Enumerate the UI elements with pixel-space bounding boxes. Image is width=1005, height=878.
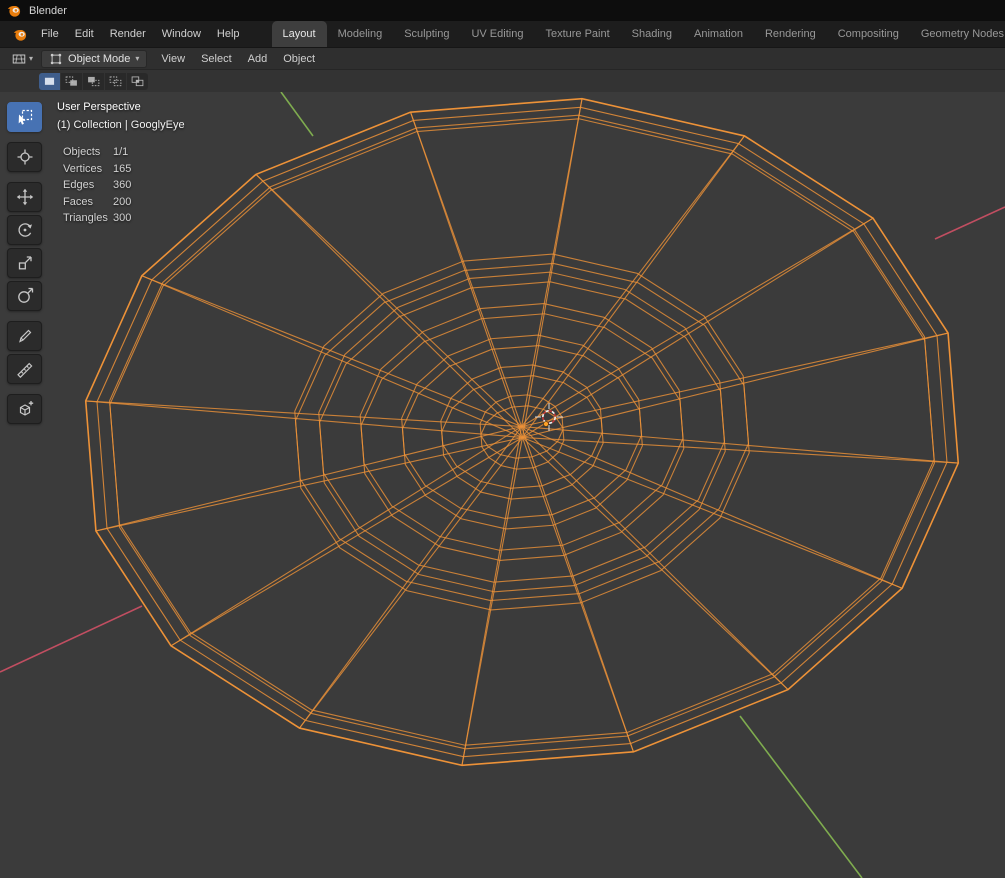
tab-modeling[interactable]: Modeling	[327, 21, 394, 47]
stat-label: Faces	[63, 194, 113, 211]
axis-x-line	[0, 606, 142, 672]
axis-y-line	[740, 716, 862, 878]
view-perspective-label: User Perspective	[57, 101, 185, 113]
stat-row-faces: Faces200	[63, 194, 131, 211]
mode-dropdown[interactable]: Object Mode ▾	[41, 50, 147, 68]
add-cube-icon	[16, 400, 34, 418]
tool-transform-button[interactable]	[7, 281, 42, 311]
select-extend-icon	[64, 74, 79, 89]
stat-value: 1/1	[113, 144, 128, 161]
menu-file[interactable]: File	[33, 21, 67, 47]
selection-mode-group	[39, 73, 148, 90]
stat-label: Objects	[63, 144, 113, 161]
tool-scale-button[interactable]	[7, 248, 42, 278]
workspace-tabs: LayoutModelingSculptingUV EditingTexture…	[272, 21, 1005, 47]
tab-shading[interactable]: Shading	[621, 21, 683, 47]
annotate-icon	[16, 327, 34, 345]
tool-move-button[interactable]	[7, 182, 42, 212]
transform-icon	[16, 287, 34, 305]
selection-mode-extend-button[interactable]	[61, 73, 82, 90]
menu-render[interactable]: Render	[102, 21, 154, 47]
window-title: Blender	[29, 5, 67, 17]
tab-animation[interactable]: Animation	[683, 21, 754, 47]
object-origin-dot	[544, 422, 549, 427]
axis-y-line	[281, 92, 313, 136]
statistics-overlay: Objects1/1Vertices165Edges360Faces200Tri…	[63, 144, 131, 227]
editor-3dview-icon	[11, 51, 27, 67]
menu-object[interactable]: Object	[275, 48, 323, 70]
tool-shelf	[7, 102, 42, 424]
scale-icon	[16, 254, 34, 272]
view-info-overlay: User Perspective (1) Collection | Googly…	[57, 101, 185, 131]
stat-value: 300	[113, 210, 131, 227]
stat-row-edges: Edges360	[63, 177, 131, 194]
selection-mode-invert-button[interactable]	[105, 73, 126, 90]
tool-rotate-button[interactable]	[7, 215, 42, 245]
menu-help[interactable]: Help	[209, 21, 248, 47]
select-intersect-icon	[130, 74, 145, 89]
tab-rendering[interactable]: Rendering	[754, 21, 827, 47]
menu-select[interactable]: Select	[193, 48, 240, 70]
stat-value: 360	[113, 177, 131, 194]
cursor-tool-icon	[16, 148, 34, 166]
tab-texture-paint[interactable]: Texture Paint	[534, 21, 620, 47]
blender-app-menu-button[interactable]	[8, 21, 33, 47]
select-invert-icon	[108, 74, 123, 89]
topbar: FileEditRenderWindowHelp LayoutModelingS…	[0, 21, 1005, 47]
tab-uv-editing[interactable]: UV Editing	[460, 21, 534, 47]
editor-type-button[interactable]: ▾	[7, 50, 37, 68]
menu-view[interactable]: View	[153, 48, 193, 70]
blender-logo-icon	[13, 27, 28, 42]
measure-icon	[16, 360, 34, 378]
stat-row-objects: Objects1/1	[63, 144, 131, 161]
chevron-down-icon: ▾	[29, 54, 33, 63]
stat-value: 200	[113, 194, 131, 211]
tab-compositing[interactable]: Compositing	[827, 21, 910, 47]
blender-logo-icon	[7, 3, 22, 18]
viewport-header-menus: ViewSelectAddObject	[153, 48, 323, 70]
tool-annotate-button[interactable]	[7, 321, 42, 351]
box-select-icon	[16, 108, 34, 126]
viewport-header: ▾ Object Mode ▾ ViewSelectAddObject	[0, 47, 1005, 69]
topbar-menus: FileEditRenderWindowHelp	[33, 21, 248, 47]
tool-measure-button[interactable]	[7, 354, 42, 384]
select-subtract-icon	[86, 74, 101, 89]
stat-label: Triangles	[63, 210, 113, 227]
stat-row-triangles: Triangles300	[63, 210, 131, 227]
chevron-down-icon: ▾	[135, 54, 139, 63]
wireframe-object[interactable]	[65, 92, 979, 793]
selection-mode-new-button[interactable]	[39, 73, 60, 90]
tool-settings-bar	[0, 69, 1005, 92]
axis-x-line	[935, 207, 1005, 239]
selection-mode-subtract-button[interactable]	[83, 73, 104, 90]
move-icon	[16, 188, 34, 206]
selection-mode-intersect-button[interactable]	[127, 73, 148, 90]
viewport-3d: User Perspective (1) Collection | Googly…	[0, 92, 1005, 878]
select-set-icon	[42, 74, 57, 89]
menu-add[interactable]: Add	[240, 48, 276, 70]
stat-label: Vertices	[63, 161, 113, 178]
window-titlebar: Blender	[0, 0, 1005, 21]
tab-geometry-nodes[interactable]: Geometry Nodes	[910, 21, 1005, 47]
stat-label: Edges	[63, 177, 113, 194]
tool-select-box-button[interactable]	[7, 102, 42, 132]
menu-edit[interactable]: Edit	[67, 21, 102, 47]
stat-value: 165	[113, 161, 131, 178]
menu-window[interactable]: Window	[154, 21, 209, 47]
tab-sculpting[interactable]: Sculpting	[393, 21, 460, 47]
blender-window: Blender FileEditRenderWindowHelp LayoutM…	[0, 0, 1005, 878]
viewport-3d-canvas[interactable]	[0, 92, 1005, 878]
mode-label: Object Mode	[68, 53, 130, 65]
tab-layout[interactable]: Layout	[272, 21, 327, 47]
object-mode-icon	[49, 52, 63, 66]
axis-lines	[0, 92, 1005, 878]
tool-cursor-button[interactable]	[7, 142, 42, 172]
collection-context-label: (1) Collection | GooglyEye	[57, 119, 185, 131]
stat-row-vertices: Vertices165	[63, 161, 131, 178]
rotate-icon	[16, 221, 34, 239]
tool-add-cube-button[interactable]	[7, 394, 42, 424]
